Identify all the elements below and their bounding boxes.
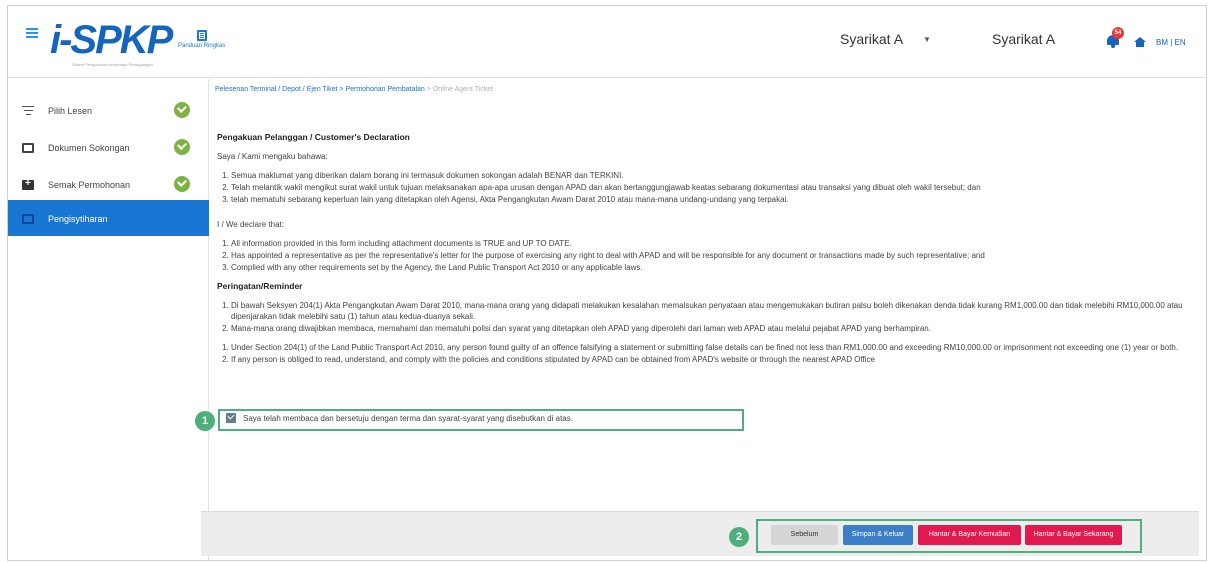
chevron-down-icon: ▼ <box>923 34 931 44</box>
declaration-list-bm: Semua maklumat yang diberikan dalam bora… <box>231 170 1187 205</box>
agreement-checkbox[interactable]: Saya telah membaca dan bersetuju dengan … <box>226 413 573 423</box>
list-item: Telah melantik wakil mengikut surat waki… <box>231 182 1187 193</box>
check-circle-icon <box>174 176 190 192</box>
list-item: All information provided in this form in… <box>231 238 1187 249</box>
company-name: Syarikat A <box>992 31 1056 47</box>
step-marker-2: 2 <box>729 527 749 547</box>
company-dropdown-value: Syarikat A <box>840 31 904 47</box>
sidebar-item-semak-permohonan[interactable]: Semak Permohonan <box>8 166 209 202</box>
list-item: telah mematuhi sebarang keperluan lain y… <box>231 194 1187 205</box>
review-icon <box>22 178 34 190</box>
list-item: If any person is obliged to read, unders… <box>231 354 1187 365</box>
save-exit-button[interactable]: Simpan & Keluar <box>843 525 913 545</box>
book-icon <box>196 30 207 41</box>
sidebar: Pilih Lesen Dokumen Sokongan Semak Permo… <box>8 79 209 560</box>
language-switcher: BM | EN <box>1156 38 1186 47</box>
lang-bm-link[interactable]: BM <box>1156 38 1168 47</box>
sidebar-item-label: Dokumen Sokongan <box>48 143 130 153</box>
submit-pay-later-button[interactable]: Hantar & Bayar Kemudian <box>918 525 1021 545</box>
submit-pay-now-button[interactable]: Hantar & Bayar Sekarang <box>1025 525 1122 545</box>
reminder-title: Peringatan/Reminder <box>217 281 303 291</box>
check-circle-icon <box>174 139 190 155</box>
sidebar-item-label: Pilih Lesen <box>48 106 93 116</box>
app-logo[interactable]: i-SPKP Sistem Pengurusan Kenderaan Perda… <box>50 18 173 67</box>
lang-en-link[interactable]: EN <box>1175 38 1186 47</box>
list-item: Has appointed a representative as per th… <box>231 250 1187 261</box>
previous-button[interactable]: Sebelum <box>771 525 838 545</box>
menu-icon[interactable] <box>26 28 38 38</box>
declaration-intro-en: I / We declare that: <box>217 220 284 229</box>
step-marker-1: 1 <box>195 411 215 431</box>
declaration-content: Pengakuan Pelanggan / Customer's Declara… <box>217 132 1187 373</box>
document-icon <box>22 143 34 153</box>
list-item: Mana-mana orang diwajibkan membaca, mema… <box>231 323 1187 334</box>
breadcrumb-link[interactable]: Permohonan Pembatalan <box>345 86 424 93</box>
quick-guide-label: Panduan Ringkas <box>178 43 226 49</box>
reminder-list-bm: Di bawah Seksyen 204(1) Akta Pengangkuta… <box>231 300 1187 334</box>
sidebar-item-dokumen-sokongan[interactable]: Dokumen Sokongan <box>8 129 209 165</box>
breadcrumb: Pelesenan Terminal / Depot / Ejen Tiket … <box>215 86 493 93</box>
notification-button[interactable]: 54 <box>1106 27 1124 48</box>
sidebar-item-label: Pengisytiharan <box>48 214 108 224</box>
checkbox-checked-icon[interactable] <box>226 413 236 423</box>
breadcrumb-separator: > <box>424 86 433 93</box>
breadcrumb-link[interactable]: Pelesenan Terminal / Depot / Ejen Tiket <box>215 86 337 93</box>
list-item: Under Section 204(1) of the Land Public … <box>231 342 1187 353</box>
logo-text: i-SPKP <box>50 18 173 62</box>
sidebar-item-pilih-lesen[interactable]: Pilih Lesen <box>8 92 209 128</box>
lang-separator: | <box>1170 38 1173 47</box>
check-circle-icon <box>174 102 190 118</box>
list-item: Complied with any other requirements set… <box>231 262 1187 273</box>
top-header: i-SPKP Sistem Pengurusan Kenderaan Perda… <box>8 6 1206 78</box>
declaration-intro-bm: Saya / Kami mengaku bahawa: <box>217 152 328 161</box>
logo-tagline: Sistem Pengurusan Kenderaan Perdagangan <box>72 62 153 67</box>
home-icon[interactable] <box>1134 37 1146 47</box>
agreement-label: Saya telah membaca dan bersetuju dengan … <box>243 413 573 423</box>
company-dropdown[interactable]: Syarikat A ▼ <box>840 31 931 47</box>
filter-icon <box>22 106 34 116</box>
sidebar-item-pengisytiharan[interactable]: Pengisytiharan <box>8 200 209 236</box>
sidebar-item-label: Semak Permohonan <box>48 180 131 190</box>
notification-badge: 54 <box>1112 27 1124 39</box>
reminder-list-en: Under Section 204(1) of the Land Public … <box>231 342 1187 365</box>
quick-guide-link[interactable]: Panduan Ringkas <box>178 30 225 49</box>
declaration-title: Pengakuan Pelanggan / Customer's Declara… <box>217 132 410 142</box>
list-item: Semua maklumat yang diberikan dalam bora… <box>231 170 1187 181</box>
declaration-list-en: All information provided in this form in… <box>231 238 1187 273</box>
form-icon <box>22 214 34 224</box>
breadcrumb-current: Online Agent Ticket <box>432 86 494 93</box>
list-item: Di bawah Seksyen 204(1) Akta Pengangkuta… <box>231 300 1187 322</box>
